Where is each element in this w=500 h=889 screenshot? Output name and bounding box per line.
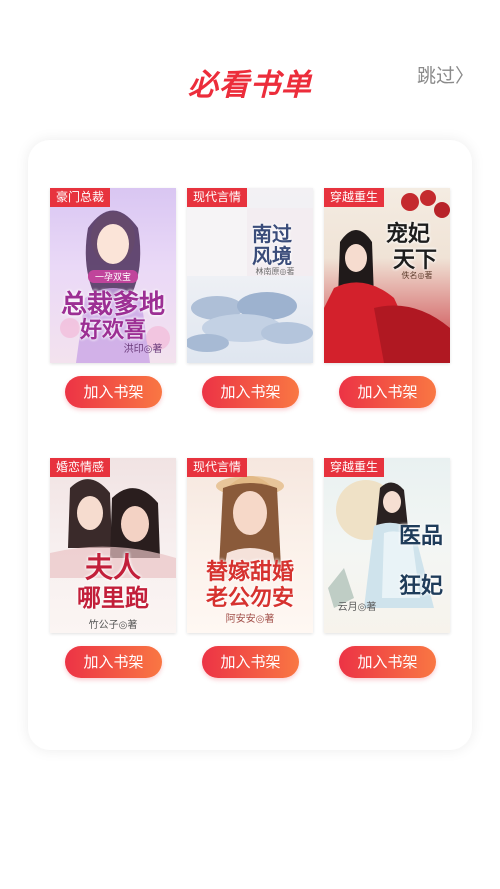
genre-tag: 现代言情 [187, 188, 248, 207]
genre-tag: 豪门总裁 [50, 188, 111, 207]
book-title-line2: 风境 [252, 244, 292, 268]
genre-tag: 婚恋情感 [50, 458, 111, 477]
book-author: 竹公子◎著 [88, 620, 138, 631]
book-cover[interactable]: 现代言情 替嫁甜婚 老公勿安 阿安安◎著 [187, 458, 313, 633]
genre-tag: 穿越重生 [324, 188, 385, 207]
book-item[interactable]: 穿越重生 医品 狂妃 云月◎著 加入书架 [324, 458, 450, 678]
book-item[interactable]: 婚恋情感 夫人 哪里跑 竹公子◎著 加入书架 [50, 458, 176, 678]
genre-tag: 现代言情 [187, 458, 248, 477]
book-title-line2: 哪里跑 [77, 584, 149, 612]
book-author: 云月◎著 [337, 602, 377, 613]
book-item[interactable]: 豪门总裁 一孕双宝 总裁爹地 好欢喜 洪印◎著 加入书架 [50, 188, 176, 408]
book-title-line1: 医品 [398, 524, 443, 549]
book-cover[interactable]: 穿越重生 医品 狂妃 云月◎著 [324, 458, 450, 633]
book-list-card: 豪门总裁 一孕双宝 总裁爹地 好欢喜 洪印◎著 加入书架 现代言情 南过 风境 … [28, 140, 472, 750]
book-item[interactable]: 现代言情 南过 风境 林南原◎著 加入书架 [187, 188, 313, 408]
book-grid: 豪门总裁 一孕双宝 总裁爹地 好欢喜 洪印◎著 加入书架 现代言情 南过 风境 … [28, 140, 472, 750]
skip-button[interactable]: 跳过〉 [417, 61, 474, 88]
add-to-shelf-button[interactable]: 加入书架 [339, 646, 436, 678]
add-to-shelf-button[interactable]: 加入书架 [202, 646, 299, 678]
book-cover[interactable]: 豪门总裁 一孕双宝 总裁爹地 好欢喜 洪印◎著 [50, 188, 176, 363]
book-author: 林南原◎著 [255, 267, 295, 276]
book-badge: 一孕双宝 [88, 270, 138, 283]
book-cover[interactable]: 现代言情 南过 风境 林南原◎著 [187, 188, 313, 363]
book-title-line2: 狂妃 [398, 574, 443, 599]
book-author: 佚名◎著 [401, 271, 433, 280]
add-to-shelf-button[interactable]: 加入书架 [202, 376, 299, 408]
book-cover[interactable]: 穿越重生 宠妃 天下 佚名◎著 [324, 188, 450, 363]
book-recommendation-page: 必看书单 跳过〉 豪门总裁 一孕双宝 总裁爹地 好欢喜 洪印◎著 加入书架 现代… [0, 0, 500, 889]
add-to-shelf-button[interactable]: 加入书架 [65, 646, 162, 678]
book-item[interactable]: 现代言情 替嫁甜婚 老公勿安 阿安安◎著 加入书架 [187, 458, 313, 678]
book-cover[interactable]: 婚恋情感 夫人 哪里跑 竹公子◎著 [50, 458, 176, 633]
book-title-line2: 老公勿安 [205, 586, 294, 611]
book-item[interactable]: 穿越重生 宠妃 天下 佚名◎著 加入书架 [324, 188, 450, 408]
genre-tag: 穿越重生 [324, 458, 385, 477]
add-to-shelf-button[interactable]: 加入书架 [65, 376, 162, 408]
add-to-shelf-button[interactable]: 加入书架 [339, 376, 436, 408]
book-author: 阿安安◎著 [225, 614, 275, 625]
book-author: 洪印◎著 [123, 344, 163, 355]
